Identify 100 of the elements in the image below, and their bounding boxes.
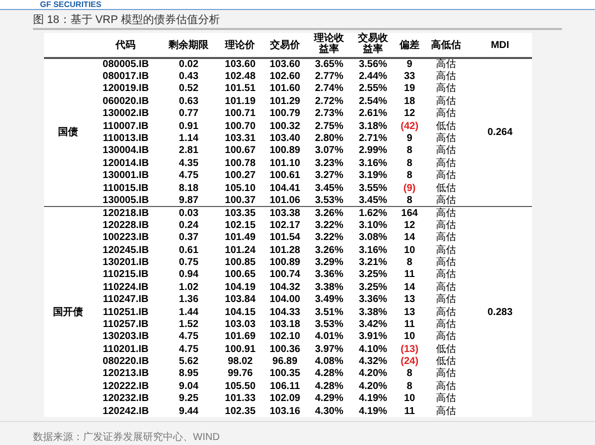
column-header: 剩余期限 [168,40,209,50]
table-cell: 99.76 [228,368,253,380]
table-cell: 130004.IB [102,145,149,156]
column-header: 交易价 [270,40,300,50]
table-cell: 101.19 [224,96,256,107]
table-cell: 130203.IB [102,331,149,342]
table-cell: 120218.IB [102,208,149,219]
table-cell: 101.49 [224,232,256,244]
table-cell: 4.28% [314,368,344,380]
table-cell: 130005.IB [102,194,149,206]
table-cell: 3.55% [358,182,388,194]
table-cell: 9.44 [178,406,198,417]
table-cell: 2.72% [314,96,344,107]
table-cell: 3.25% [358,269,388,280]
table-cell: 4.75 [178,170,198,182]
table-cell: 0.75 [178,256,198,268]
table-cell: 8.18 [178,182,198,194]
column-header: 理论价 [225,40,256,50]
table-cell: 101.54 [270,232,300,244]
table-cell: 120245.IB [102,244,149,256]
table-cell: 2.74% [314,83,344,94]
deviation-cell: 13 [404,294,416,306]
logo-text: GF SECURITIES [40,0,102,9]
table-cell: 2.81 [178,145,198,156]
table-cell: 1.62% [358,208,388,219]
valuation-cell: 高估 [436,331,456,342]
deviation-cell: (9) [403,182,416,194]
valuation-cell: 高估 [436,232,456,244]
table-cell: 4.20% [358,368,388,380]
table-cell: 080220.IB [102,356,149,368]
table-cell: 103.18 [270,318,300,330]
table-cell: 080005.IB [102,59,149,70]
table-cell: 9.87 [178,194,198,206]
table-cell: 3.22% [314,232,344,244]
table-cell: 102.48 [224,71,256,82]
figure-title: 图 18：基于 VRP 模型的债券估值分析 [33,13,562,30]
deviation-cell: 8 [406,170,412,182]
table-cell: 3.26% [314,244,344,256]
deviation-cell: 18 [404,96,416,107]
table-cell: 106.11 [270,380,300,392]
table-cell: 4.01% [314,331,344,342]
table-cell: 9.25 [178,393,198,404]
table-cell: 4.19% [358,393,388,404]
table-cell: 120222.IB [102,380,149,392]
table-cell: 105.50 [224,380,256,392]
deviation-cell: 10 [404,244,416,256]
table-cell: 3.27% [314,170,344,182]
table-cell: 0.52 [178,83,198,94]
table-cell: 3.08% [358,232,388,244]
column-header: 偏差 [400,40,420,50]
table-cell: 3.91% [358,331,388,342]
valuation-cell: 高估 [436,71,456,82]
table-cell: 100.70 [224,120,256,132]
column-header: MDI [490,40,510,50]
table-cell: 0.61 [178,244,198,256]
table-cell: 102.15 [224,220,256,231]
table-cell: 105.10 [224,182,256,194]
table-cell: 3.49% [314,294,344,306]
table-cell: 3.36% [358,294,388,306]
column-header: 理论收益率 [314,33,344,55]
valuation-cell: 高估 [436,318,456,330]
deviation-cell: 8 [406,380,412,392]
table-cell: 110251.IB [102,306,149,318]
table-cell: 0.37 [178,232,198,244]
table-cell: 100.85 [224,256,256,268]
valuation-cell: 高估 [436,256,456,268]
table-cell: 101.24 [224,244,256,256]
valuation-cell: 高估 [436,306,456,318]
table-cell: 3.16% [358,244,388,256]
deviation-cell: 10 [404,331,416,342]
table-cell: 0.02 [178,59,198,70]
table-cell: 101.28 [270,244,300,256]
valuation-cell: 高估 [436,170,456,182]
deviation-cell: 8 [406,145,412,156]
table-cell: 2.54% [358,96,388,107]
table-cell: 104.19 [224,282,256,293]
table-cell: 060020.IB [102,96,149,107]
valuation-cell: 高估 [436,406,456,417]
valuation-cell: 高估 [436,380,456,392]
deviation-cell: (13) [400,344,418,355]
table-cell: 100.27 [224,170,256,182]
table-cell: 3.16% [358,158,388,169]
table-cell: 3.07% [314,145,344,156]
column-header: 高低估 [431,40,462,50]
table-cell: 3.38% [358,306,388,318]
deviation-cell: 11 [404,318,415,330]
table-cell: 102.17 [270,220,300,231]
table-cell: 104.41 [270,182,300,194]
deviation-cell: 9 [406,133,412,144]
table-cell: 96.89 [272,356,298,368]
mdi-value: 0.283 [487,306,513,318]
table-cell: 110224.IB [102,282,149,293]
table-cell: 3.22% [314,220,344,231]
table-cell: 3.23% [314,158,344,169]
table-cell: 100223.IB [102,232,149,244]
valuation-cell: 低估 [436,344,456,355]
table-cell: 0.94 [178,269,198,280]
table-cell: 3.21% [358,256,388,268]
table-cell: 130002.IB [102,108,149,120]
table-cell: 100.65 [224,269,256,280]
